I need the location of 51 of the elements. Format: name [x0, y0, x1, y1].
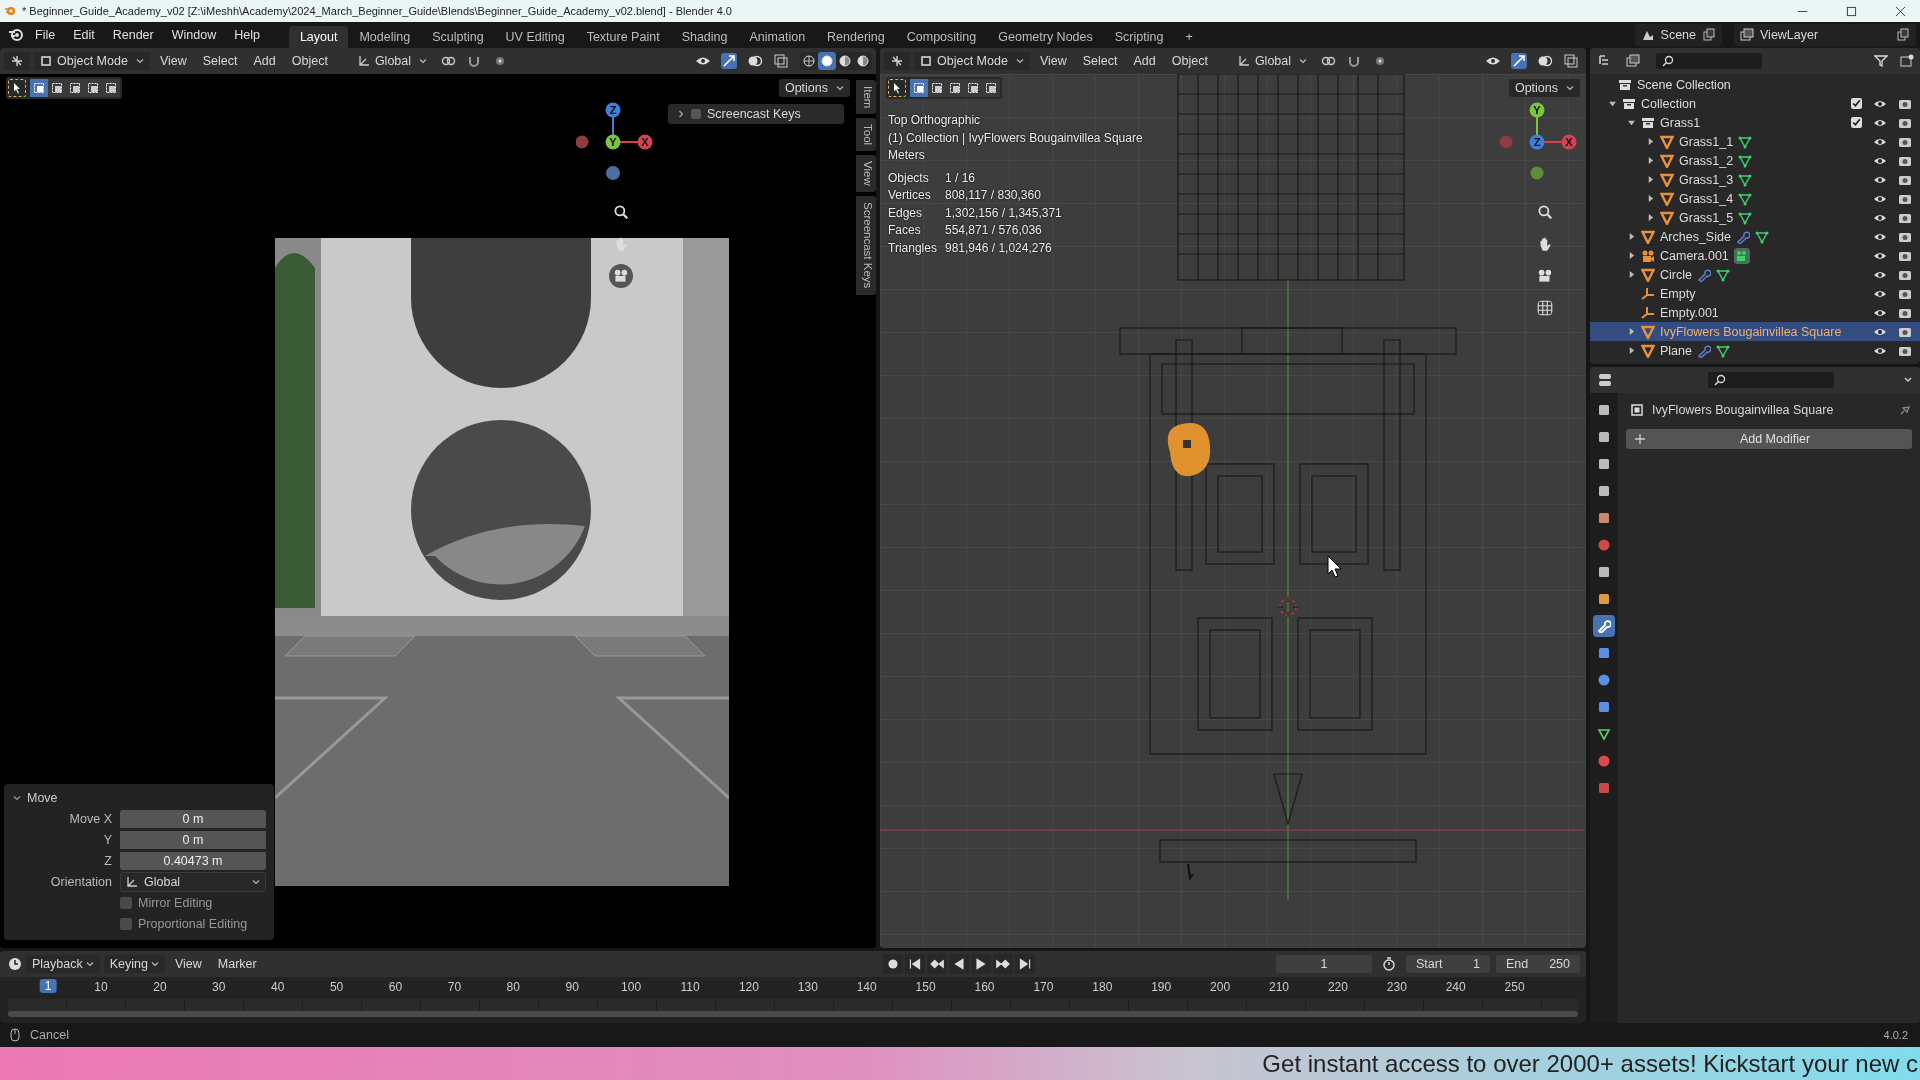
frame-number: 50 — [329, 980, 344, 994]
object-name: IvyFlowers Bougainvillea Square — [1652, 403, 1835, 417]
stat-value: 1 / 16 — [945, 169, 977, 187]
stat-label: Triangles — [888, 239, 938, 257]
frame-number: 160 — [974, 980, 995, 994]
stat-value: 554,871 / 576,036 — [945, 222, 1043, 239]
frame-number: 120 — [738, 980, 759, 994]
scene-name: Scene — [1660, 28, 1696, 42]
frame-number: 40 — [271, 980, 285, 994]
field-label: Y — [102, 833, 113, 847]
frame-number: 30 — [212, 980, 226, 994]
frame-number: 140 — [856, 980, 877, 994]
version-label: 4.0.2 — [1883, 1029, 1908, 1041]
stat-label: Edges — [888, 204, 924, 222]
status-hint: Cancel — [30, 1028, 69, 1042]
panel-title: Screencast Keys — [707, 107, 801, 121]
frame-number: 220 — [1327, 980, 1348, 994]
field-label: Z — [103, 854, 113, 868]
stat-label: Objects — [888, 169, 930, 187]
frame-number: 100 — [621, 980, 642, 994]
frame-number: 240 — [1445, 980, 1466, 994]
frame-number: 170 — [1033, 980, 1054, 994]
frame-number: 180 — [1092, 980, 1113, 994]
stat-value: 1,302,156 / 1,345,371 — [945, 204, 1063, 222]
frame-number: 250 — [1504, 980, 1525, 994]
frame-number: 230 — [1386, 980, 1407, 994]
frame-number: 10 — [94, 980, 108, 994]
window-title: * Beginner_Guide_Academy_v02 [Z:\iMeshh\Academy\2024_March_Beginner_Guide\Blends\Beginner_Guide_Academy_v02.blend] - Blender 4.0 — [22, 5, 733, 17]
panel-title: Move — [27, 791, 58, 805]
viewport-info-text: (1) Collection | IvyFlowers Bougainvillea Square — [888, 129, 1143, 147]
frame-number: 90 — [565, 980, 579, 994]
viewport-info-text: Top Orthographic — [888, 112, 982, 129]
viewport-info-text: Meters — [888, 147, 926, 164]
frame-number: 70 — [447, 980, 462, 994]
frame-number: 60 — [388, 980, 403, 994]
field-label: Orientation — [49, 875, 113, 889]
stat-label: Vertices — [888, 187, 932, 204]
stat-label: Faces — [888, 222, 922, 239]
view-layer-name: ViewLayer — [1760, 28, 1820, 42]
stat-value: 808,117 / 830,360 — [945, 187, 1042, 204]
stat-value: 981,946 / 1,024,276 — [945, 239, 1053, 257]
frame-number: 200 — [1210, 980, 1231, 994]
field-label: Move X — [68, 812, 113, 826]
frame-number: 150 — [915, 980, 936, 994]
frame-number: 80 — [506, 980, 520, 994]
frame-number: 190 — [1151, 980, 1172, 994]
frame-number: 210 — [1269, 980, 1289, 994]
frame-number: 20 — [153, 980, 167, 994]
banner-text: Get instant access to over 2000+ assets! Kickstart your new c — [1262, 1049, 1918, 1078]
frame-number: 110 — [680, 980, 700, 994]
frame-number: 130 — [797, 980, 818, 994]
